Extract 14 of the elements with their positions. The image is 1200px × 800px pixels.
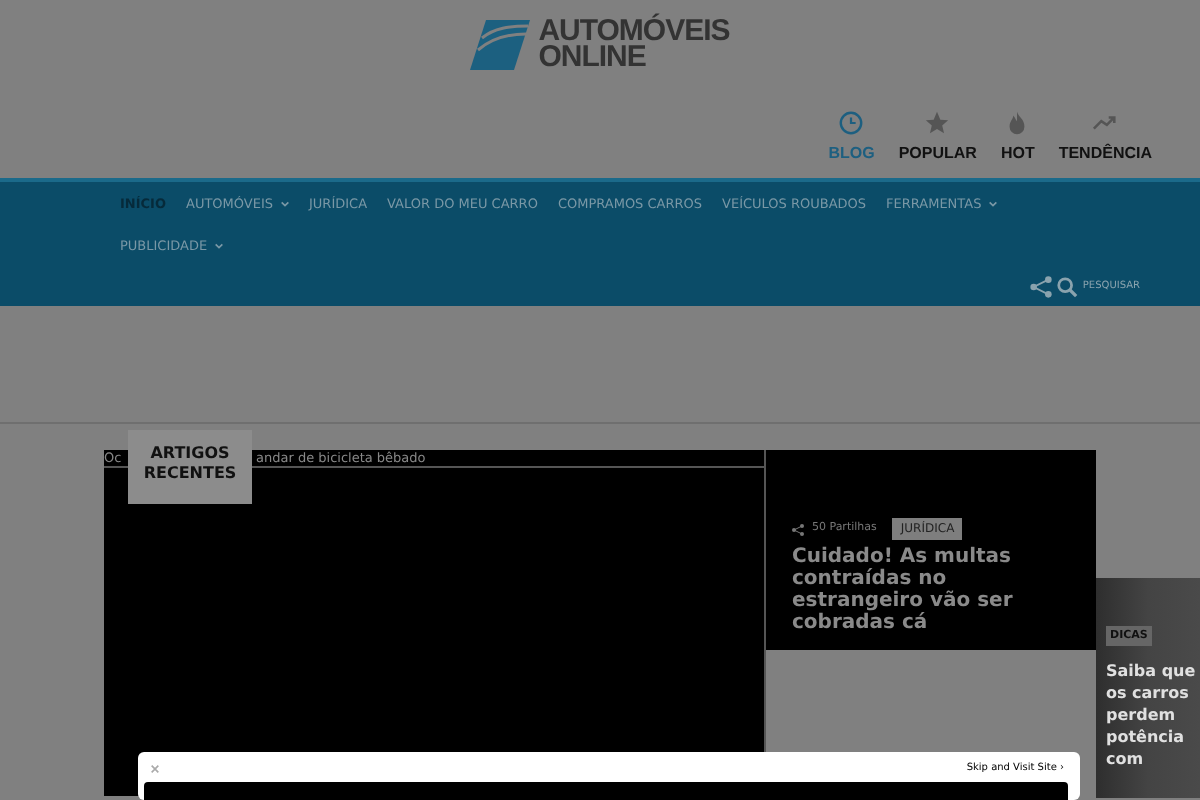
- search-icon[interactable]: [1056, 276, 1079, 298]
- post-title[interactable]: Cuidado! As multas contraídas no estrangeiro vão ser cobradas cá: [792, 546, 1080, 634]
- nav-tab[interactable]: TENDÊNCIA: [1058, 110, 1152, 166]
- logo-icon: [470, 19, 531, 69]
- site-logo[interactable]: AUTOMÓVEIS ONLINE: [538, 18, 730, 70]
- recent-articles-label: ARTIGOS RECENTES: [128, 430, 252, 504]
- star-icon: [924, 110, 951, 136]
- post-title[interactable]: Saiba que os carros perdem potência com: [1106, 660, 1200, 770]
- share-icon[interactable]: [1030, 276, 1053, 298]
- close-icon[interactable]: [150, 764, 160, 774]
- clock-icon: [838, 110, 865, 136]
- nav-tab[interactable]: POPULAR: [898, 110, 977, 166]
- share-icon: [792, 523, 804, 535]
- nav-tab[interactable]: HOT: [1000, 110, 1035, 166]
